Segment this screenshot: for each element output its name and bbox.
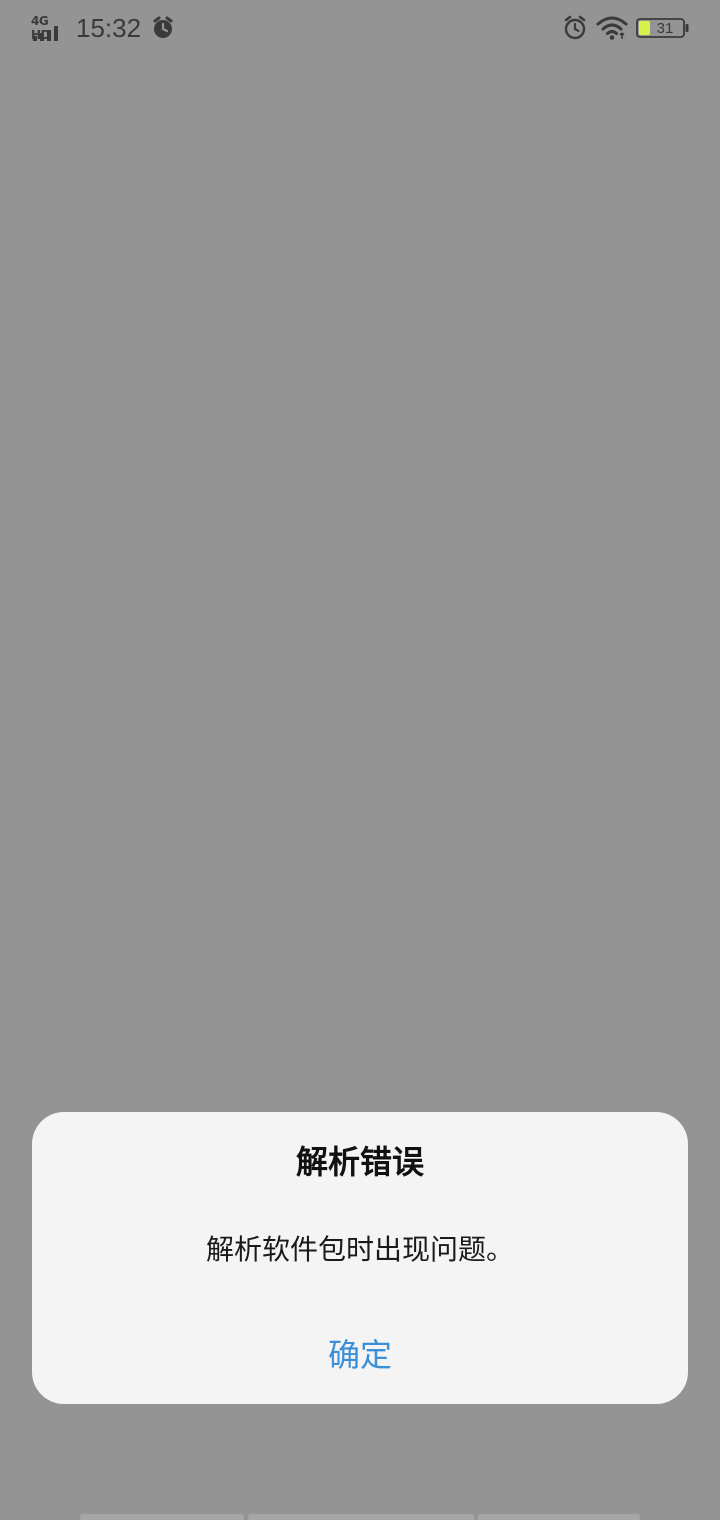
network-indicator: 4G HD — [30, 14, 66, 42]
signal-bars-icon — [33, 26, 58, 41]
alarm-clock-icon — [564, 15, 586, 40]
battery-level: 31 — [656, 19, 674, 37]
status-time: 15:32 — [76, 13, 142, 43]
dialog-message: 解析软件包时出现问题。 — [205, 1233, 514, 1266]
status-bar-right: 31 — [562, 12, 690, 44]
confirm-button[interactable]: 确定 — [260, 1330, 460, 1380]
wifi-icon — [596, 16, 628, 40]
dialog-title: 解析错误 — [295, 1143, 424, 1181]
battery-icon: 31 — [636, 18, 690, 38]
status-bar-left: 4G HD 15:32 — [30, 12, 175, 44]
alarm-clock-icon — [153, 16, 173, 38]
bottom-hint-bars — [0, 1510, 720, 1520]
hint-bar-right — [478, 1514, 640, 1520]
hint-bar-center — [248, 1514, 474, 1520]
parse-error-dialog: 解析错误 解析软件包时出现问题。 确定 — [32, 1112, 688, 1404]
hint-bar-left — [80, 1514, 244, 1520]
screen-backdrop[interactable]: 4G HD 15:32 — [0, 0, 720, 1520]
status-bar: 4G HD 15:32 — [0, 0, 720, 56]
